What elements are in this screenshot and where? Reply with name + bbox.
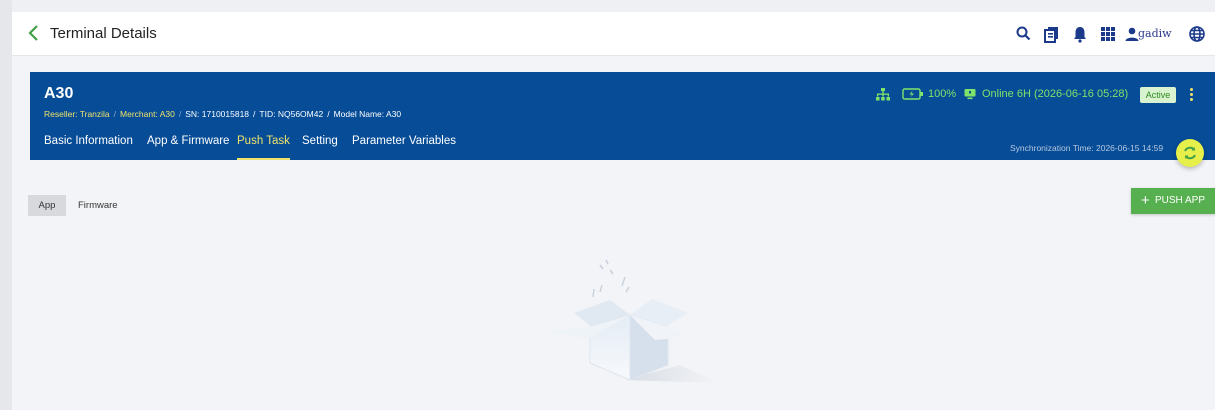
- push-app-button[interactable]: + PUSH APP: [1131, 188, 1215, 214]
- meta-separator: /: [113, 109, 117, 119]
- back-chevron-icon[interactable]: [26, 23, 42, 43]
- tab-push-task[interactable]: Push Task: [237, 135, 290, 160]
- sync-time: Synchronization Time: 2026-06-15 14:59: [1010, 143, 1164, 153]
- online-monitor-icon: [964, 88, 976, 103]
- top-bar: Terminal Details gadiw: [12, 12, 1215, 56]
- battery-level: 100%: [928, 88, 957, 100]
- empty-box-illustration: [546, 259, 720, 383]
- online-status: Online 6H (2026-06-16 05:28): [982, 88, 1129, 100]
- merchant-link[interactable]: Merchant: A30: [120, 109, 175, 119]
- tab-app-firmware[interactable]: App & Firmware: [147, 135, 229, 147]
- globe-icon[interactable]: [1187, 24, 1207, 44]
- segment-app[interactable]: App: [28, 195, 66, 216]
- left-edge: [0, 0, 12, 410]
- refresh-icon: [1184, 146, 1196, 160]
- device-name: A30: [44, 85, 74, 102]
- meta-separator: /: [327, 109, 330, 119]
- meta-separator: /: [253, 109, 256, 119]
- meta-separator: /: [178, 109, 182, 119]
- top-band: [12, 0, 1215, 12]
- serial-number: SN: 1710015818: [185, 109, 250, 119]
- sync-refresh-button[interactable]: [1176, 139, 1204, 167]
- document-icon[interactable]: [1042, 24, 1062, 44]
- network-tree-icon: [876, 88, 890, 104]
- tab-setting[interactable]: Setting: [302, 135, 338, 147]
- search-icon[interactable]: [1014, 24, 1034, 44]
- device-header-card: A30 Reseller: Tranzila / Merchant: A30/SN:…: [30, 72, 1215, 160]
- battery-charging-icon: [902, 88, 924, 103]
- tab-basic-information[interactable]: Basic Information: [44, 135, 133, 147]
- push-app-label: PUSH APP: [1155, 195, 1206, 206]
- tab-parameter-variables[interactable]: Parameter Variables: [352, 135, 456, 147]
- segment-firmware[interactable]: Firmware: [78, 195, 118, 216]
- page-title: Terminal Details: [50, 25, 157, 42]
- bell-icon[interactable]: [1070, 24, 1090, 44]
- plus-icon: +: [1141, 192, 1150, 209]
- reseller-link[interactable]: Reseller: Tranzila: [44, 109, 110, 119]
- status-badge: Active: [1140, 87, 1176, 103]
- device-meta: Reseller: Tranzila / Merchant: A30/SN: 171…: [44, 109, 401, 119]
- terminal-id: TID: NQ56OM42: [259, 109, 324, 119]
- apps-grid-icon[interactable]: [1098, 24, 1118, 44]
- more-options-icon[interactable]: [1186, 86, 1196, 104]
- username[interactable]: gadiw: [1138, 27, 1172, 40]
- model-name: Model Name: A30: [333, 109, 402, 119]
